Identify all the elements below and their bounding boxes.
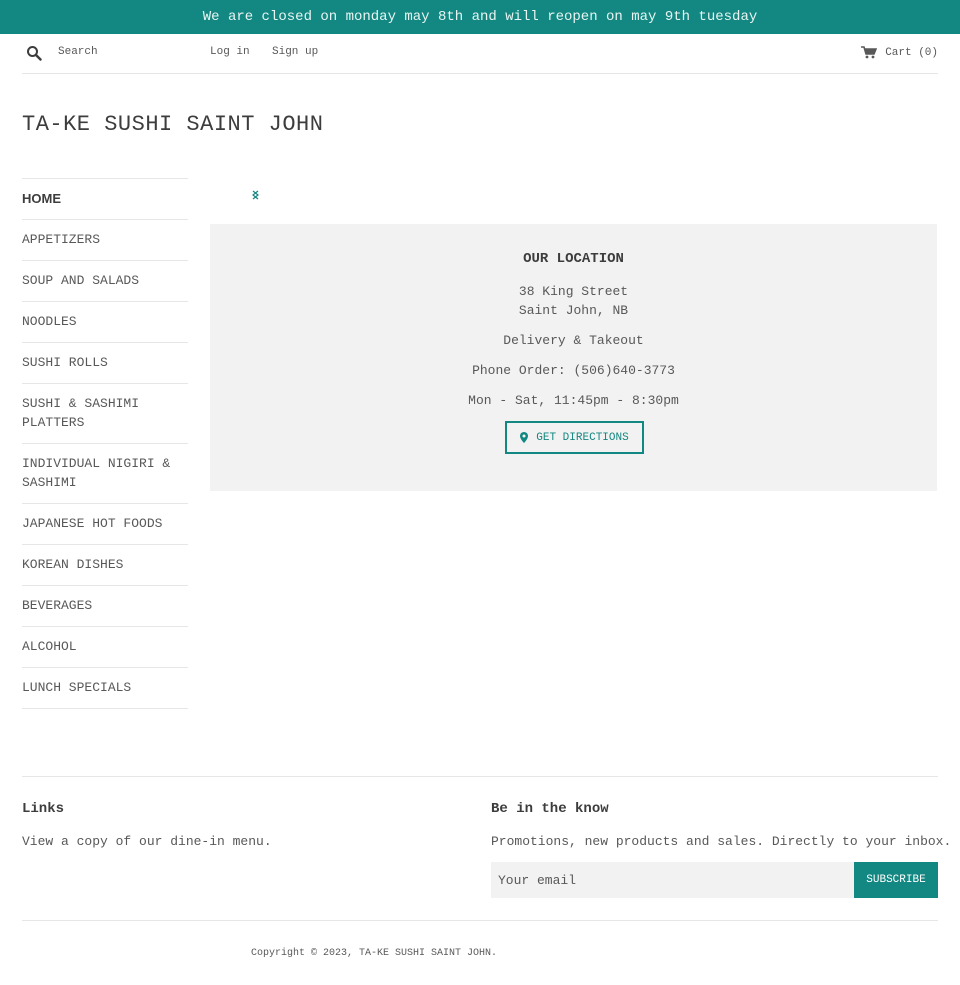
cart-link[interactable]: Cart (0) — [861, 46, 938, 59]
location-title: OUR LOCATION — [523, 251, 624, 267]
sidebar-item-soup-and-salads[interactable]: SOUP AND SALADS — [22, 261, 188, 302]
sidebar-item-beverages[interactable]: BEVERAGES — [22, 586, 188, 627]
get-directions-button[interactable]: GET DIRECTIONS — [505, 421, 644, 454]
address-line-1: 38 King Street — [518, 284, 629, 299]
search-icon[interactable] — [26, 45, 42, 61]
site-title[interactable]: TA-KE SUSHI SAINT JOHN — [22, 112, 323, 137]
sidebar-item-noodles[interactable]: NOODLES — [22, 302, 188, 343]
sidebar-item-appetizers[interactable]: APPETIZERS — [22, 220, 188, 261]
copyright-text: Copyright © 2023, TA-KE SUSHI SAINT JOHN… — [251, 948, 498, 959]
cart-icon — [861, 46, 878, 59]
newsletter-heading: Be in the know — [491, 801, 609, 817]
top-bar: Log in Sign up Cart (0) — [22, 34, 938, 74]
footer-links-heading: Links — [22, 801, 65, 817]
footer-divider-top — [22, 776, 938, 777]
sidebar-item-sushi-sashimi-platters[interactable]: SUSHI & SASHIMI PLATTERS — [22, 384, 188, 444]
email-field[interactable] — [491, 862, 855, 898]
sidebar-item-individual-nigiri-sashimi[interactable]: INDIVIDUAL NIGIRI & SASHIMI — [22, 444, 188, 504]
newsletter-text: Promotions, new products and sales. Dire… — [491, 834, 952, 849]
announcement-text: We are closed on monday may 8th and will… — [202, 9, 758, 25]
dine-in-menu-link[interactable]: View a copy of our dine-in menu. — [22, 834, 272, 849]
footer-divider-bottom — [22, 920, 938, 921]
address-line-2: Saint John, NB — [518, 303, 629, 318]
sidebar-nav: HOME APPETIZERS SOUP AND SALADS NOODLES … — [22, 178, 188, 709]
sidebar-item-alcohol[interactable]: ALCOHOL — [22, 627, 188, 668]
sidebar-item-sushi-rolls[interactable]: SUSHI ROLLS — [22, 343, 188, 384]
location-panel: OUR LOCATION 38 King Street Saint John, … — [210, 224, 937, 491]
sidebar-item-japanese-hot-foods[interactable]: JAPANESE HOT FOODS — [22, 504, 188, 545]
cart-label: Cart (0) — [885, 46, 938, 59]
announcement-bar: We are closed on monday may 8th and will… — [0, 0, 960, 34]
sidebar-item-lunch-specials[interactable]: LUNCH SPECIALS — [22, 668, 188, 709]
sidebar-item-home[interactable]: HOME — [22, 179, 188, 220]
service-text: Delivery & Takeout — [503, 333, 644, 348]
subscribe-button[interactable]: SUBSCRIBE — [854, 862, 938, 898]
search-input[interactable] — [58, 42, 198, 62]
phone-text: Phone Order: (506)640-3773 — [472, 363, 675, 378]
map-pin-icon — [520, 432, 529, 443]
sidebar-item-korean-dishes[interactable]: KOREAN DISHES — [22, 545, 188, 586]
hours-text: Mon - Sat, 11:45pm - 8:30pm — [468, 393, 679, 408]
broken-image-icon — [252, 190, 259, 204]
get-directions-label: GET DIRECTIONS — [536, 431, 629, 444]
signup-link[interactable]: Sign up — [272, 46, 318, 58]
login-link[interactable]: Log in — [210, 46, 250, 58]
